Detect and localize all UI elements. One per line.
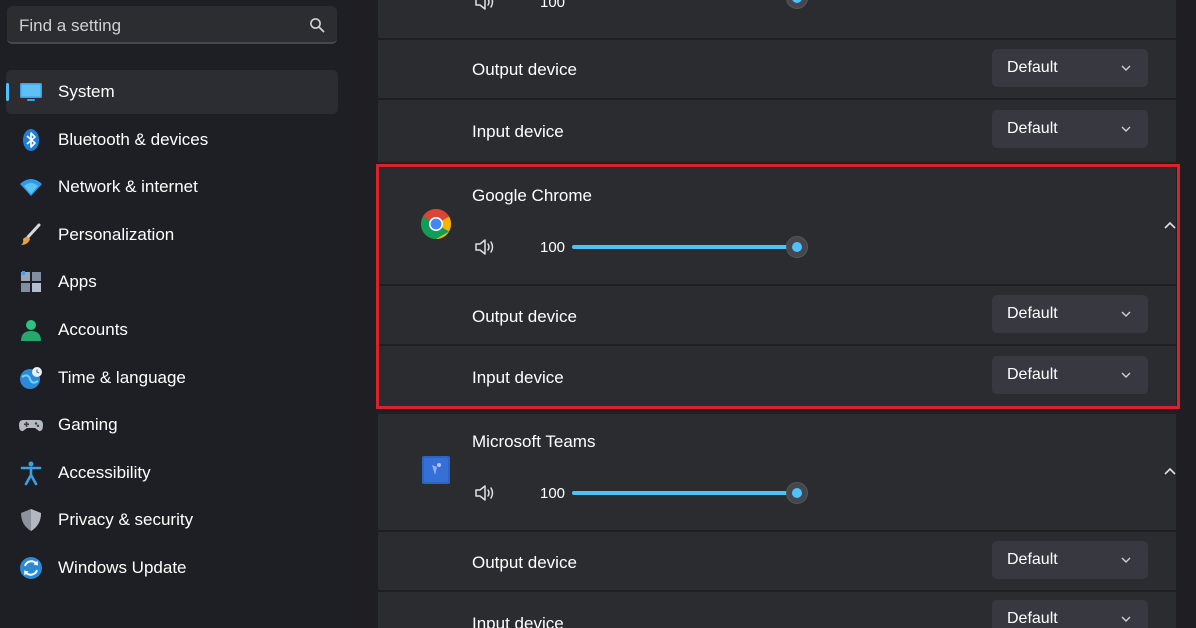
sidebar-item-label: Accessibility	[58, 462, 151, 482]
volume-slider-thumb[interactable]	[786, 482, 808, 504]
sidebar-item-label: Privacy & security	[58, 510, 194, 530]
sidebar-item-label: Windows Update	[58, 557, 187, 577]
sidebar-item-gaming[interactable]: Gaming	[6, 403, 338, 447]
dropdown-value: Default	[1007, 120, 1058, 137]
volume-slider[interactable]	[572, 245, 798, 249]
output-device-dropdown[interactable]: Default	[992, 49, 1148, 87]
input-device-dropdown[interactable]: Default	[992, 110, 1148, 148]
volume-slider-thumb[interactable]	[786, 0, 808, 9]
app-name: Microsoft Teams	[472, 432, 596, 451]
sidebar: Find a setting System Bluetooth & device…	[0, 0, 352, 628]
sidebar-item-label: Bluetooth & devices	[58, 129, 209, 149]
sidebar-item-label: Accounts	[58, 319, 128, 339]
sidebar-nav: System Bluetooth & devices Network & int…	[0, 70, 352, 594]
speaker-icon[interactable]	[474, 237, 498, 257]
sidebar-item-personalization[interactable]: Personalization	[6, 213, 338, 257]
chevron-down-icon	[1121, 65, 1131, 71]
sidebar-item-accessibility[interactable]: Accessibility	[6, 451, 338, 495]
chevron-down-icon	[1121, 616, 1131, 622]
input-device-dropdown[interactable]: Default	[992, 600, 1148, 628]
volume-value: 100	[540, 0, 566, 11]
chevron-down-icon	[1121, 126, 1131, 132]
dropdown-value: Default	[1007, 551, 1058, 568]
sidebar-item-time-language[interactable]: Time & language	[6, 356, 338, 400]
app-volume-chrome: Google Chrome 100	[378, 168, 1176, 284]
chevron-down-icon	[1121, 557, 1131, 563]
chevron-up-icon[interactable]	[1162, 219, 1178, 231]
dropdown-value: Default	[1007, 305, 1058, 322]
sidebar-item-network[interactable]: Network & internet	[6, 165, 338, 209]
volume-slider-thumb[interactable]	[786, 236, 808, 258]
output-device-row: Output device Default	[378, 532, 1176, 590]
speaker-icon[interactable]	[474, 0, 498, 12]
person-icon	[21, 319, 41, 341]
gamepad-icon	[19, 420, 43, 432]
input-device-row: Input device Default	[378, 592, 1176, 628]
chrome-icon	[420, 209, 452, 240]
output-device-label: Output device	[472, 307, 577, 326]
accessibility-icon	[20, 461, 42, 486]
globe-clock-icon	[20, 366, 42, 389]
chevron-up-icon[interactable]	[1162, 465, 1178, 477]
input-device-label: Input device	[472, 122, 564, 141]
dropdown-value: Default	[1007, 610, 1058, 627]
sidebar-item-windows-update[interactable]: Windows Update	[6, 546, 338, 590]
sidebar-item-apps[interactable]: Apps	[6, 260, 338, 304]
volume-value: 100	[540, 239, 566, 256]
update-icon	[20, 556, 42, 579]
sidebar-item-privacy-security[interactable]: Privacy & security	[6, 498, 338, 542]
chevron-down-icon	[1121, 372, 1131, 378]
sidebar-item-bluetooth[interactable]: Bluetooth & devices	[6, 118, 338, 162]
apps-icon	[21, 271, 41, 293]
output-device-label: Output device	[472, 553, 577, 572]
wifi-icon	[20, 179, 42, 197]
selection-indicator	[6, 83, 9, 101]
output-device-label: Output device	[472, 60, 577, 79]
speaker-icon[interactable]	[474, 483, 498, 503]
output-device-row: Output device Default	[378, 40, 1176, 98]
bluetooth-icon	[23, 128, 39, 151]
brush-icon	[21, 223, 41, 245]
sidebar-item-label: System	[58, 82, 115, 101]
sidebar-item-system[interactable]: System	[6, 70, 338, 114]
shield-icon	[21, 509, 41, 532]
output-device-dropdown[interactable]: Default	[992, 541, 1148, 579]
volume-value: 100	[540, 485, 566, 502]
app-volume-header: 100	[378, 0, 1176, 38]
sidebar-item-label: Gaming	[58, 415, 118, 435]
search-icon[interactable]	[309, 17, 325, 33]
output-device-dropdown[interactable]: Default	[992, 295, 1148, 333]
app-volume-panel: 100 Output device Default Input device D…	[352, 0, 1196, 628]
input-device-label: Input device	[472, 614, 564, 628]
sidebar-item-label: Time & language	[58, 367, 186, 387]
dropdown-value: Default	[1007, 366, 1058, 383]
input-device-label: Input device	[472, 368, 564, 387]
volume-slider[interactable]	[572, 491, 798, 495]
app-volume-teams: Microsoft Teams 100	[378, 414, 1176, 530]
input-device-row: Input device Default	[378, 100, 1176, 162]
monitor-icon	[20, 83, 42, 101]
teams-icon	[422, 456, 450, 484]
search-placeholder: Find a setting	[19, 16, 122, 35]
app-name: Google Chrome	[472, 186, 593, 205]
dropdown-value: Default	[1007, 59, 1058, 76]
sidebar-item-label: Personalization	[58, 224, 175, 244]
sidebar-item-label: Apps	[58, 272, 97, 292]
chevron-down-icon	[1121, 311, 1131, 317]
search-input[interactable]: Find a setting	[7, 6, 337, 44]
output-device-row: Output device Default	[378, 286, 1176, 344]
sidebar-item-label: Network & internet	[58, 177, 198, 197]
sidebar-item-accounts[interactable]: Accounts	[6, 308, 338, 352]
input-device-dropdown[interactable]: Default	[992, 356, 1148, 394]
input-device-row: Input device Default	[378, 346, 1176, 408]
